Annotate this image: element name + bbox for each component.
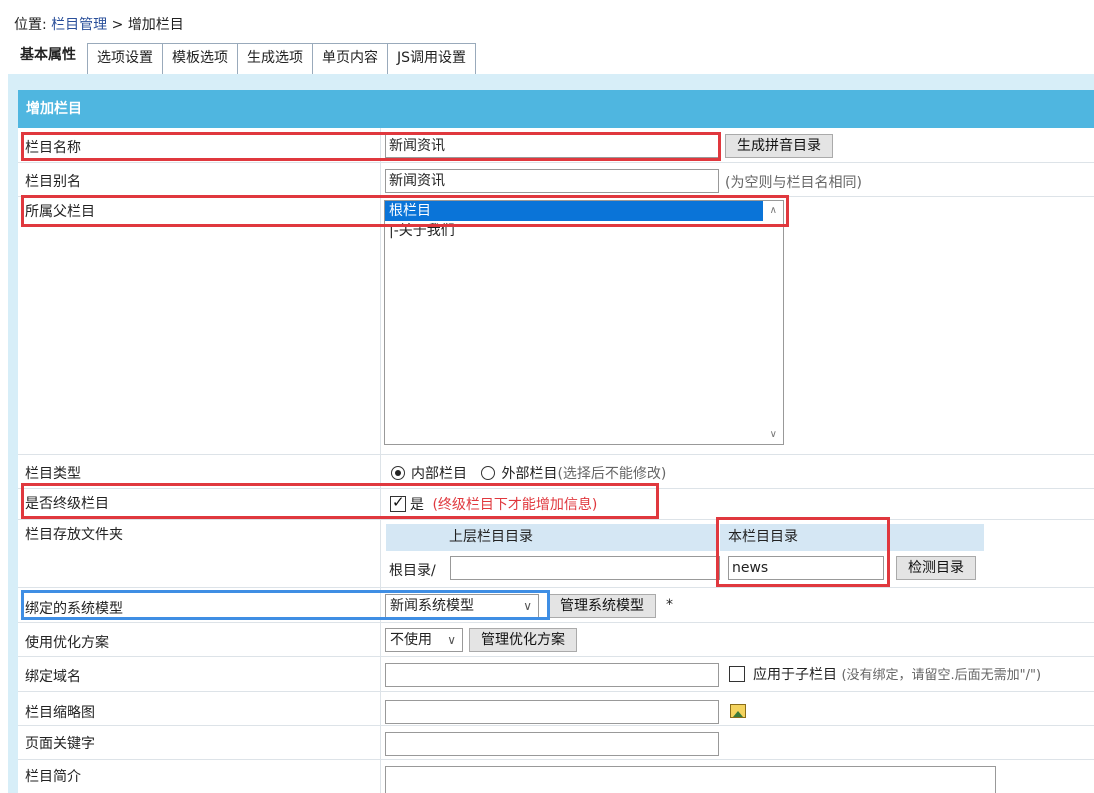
manage-optimize-button[interactable]: 管理优化方案 (469, 628, 577, 652)
row-keywords: 页面关键字 (18, 726, 1094, 760)
row-intro: 栏目简介 (18, 760, 1094, 793)
type-label: 栏目类型 (25, 466, 81, 482)
tab-generate[interactable]: 生成选项 (237, 43, 313, 75)
apply-subcolumn-label: 应用于子栏目 (753, 667, 837, 683)
row-optimize: 使用优化方案 不使用 ∨ 管理优化方案 (18, 623, 1094, 657)
optimize-select[interactable]: 不使用 ∨ (385, 628, 463, 652)
radio-internal-label: 内部栏目 (411, 466, 467, 482)
row-folder: 栏目存放文件夹 上层栏目目录 本栏目目录 根目录/ news 检测目录 (18, 520, 1094, 588)
row-thumb: 栏目缩略图 (18, 692, 1094, 726)
image-picker-icon[interactable] (730, 704, 746, 718)
tab-options[interactable]: 选项设置 (87, 43, 163, 75)
parent-column-listbox[interactable]: 根栏目 |-关于我们 ∧ ∨ (384, 200, 784, 445)
form-panel: 增加栏目 栏目名称 新闻资讯 生成拼音目录 栏目别名 新闻资讯 (为空则与栏目名… (8, 74, 1094, 793)
row-domain: 绑定域名 应用于子栏目 (没有绑定，请留空.后面无需加"/") (18, 657, 1094, 692)
folder-label: 栏目存放文件夹 (25, 527, 123, 543)
row-alias: 栏目别名 新闻资讯 (为空则与栏目名相同) (18, 163, 1094, 197)
alias-hint: (为空则与栏目名相同) (725, 175, 862, 191)
domain-input[interactable] (385, 663, 719, 687)
apply-subcolumn-checkbox[interactable] (729, 666, 745, 682)
intro-label: 栏目简介 (25, 769, 81, 785)
type-radio-group: 内部栏目 外部栏目(选择后不能修改) (391, 463, 666, 483)
breadcrumb: 位置: 栏目管理 > 增加栏目 (14, 14, 184, 34)
parent-dir-input[interactable] (450, 556, 720, 580)
highlight-model (21, 590, 550, 620)
root-dir-label: 根目录/ (389, 563, 436, 579)
tab-basic[interactable]: 基本属性 (8, 43, 88, 75)
alias-input[interactable]: 新闻资讯 (385, 169, 719, 193)
radio-internal[interactable] (391, 466, 405, 480)
tab-single-page[interactable]: 单页内容 (312, 43, 388, 75)
radio-external[interactable] (481, 466, 496, 480)
form-body: 增加栏目 栏目名称 新闻资讯 生成拼音目录 栏目别名 新闻资讯 (为空则与栏目名… (18, 90, 1094, 793)
highlight-final (21, 483, 659, 519)
highlight-this-dir (716, 517, 890, 587)
domain-label: 绑定域名 (25, 669, 81, 685)
domain-apply-group: 应用于子栏目 (没有绑定，请留空.后面无需加"/") (729, 664, 1041, 684)
highlight-name (21, 132, 721, 161)
optimize-label: 使用优化方案 (25, 635, 109, 651)
intro-textarea[interactable] (385, 766, 996, 793)
chevron-down-icon: ∨ (447, 633, 456, 647)
scroll-down-icon[interactable]: ∨ (770, 429, 777, 440)
thumb-label: 栏目缩略图 (25, 705, 95, 721)
keywords-input[interactable] (385, 732, 719, 756)
breadcrumb-current: 增加栏目 (127, 17, 184, 33)
type-hint: (选择后不能修改) (557, 466, 667, 482)
parent-dir-header: 上层栏目目录 (386, 524, 716, 551)
thumb-input[interactable] (385, 700, 719, 724)
breadcrumb-separator: > (111, 17, 124, 33)
check-dir-button[interactable]: 检测目录 (896, 556, 976, 580)
radio-external-label: 外部栏目 (501, 466, 558, 482)
tab-template[interactable]: 模板选项 (162, 43, 238, 75)
keywords-label: 页面关键字 (25, 736, 95, 752)
breadcrumb-link-column-manage[interactable]: 栏目管理 (51, 17, 107, 33)
tab-js-call[interactable]: JS调用设置 (387, 43, 477, 75)
required-star: * (666, 597, 673, 613)
highlight-parent (21, 195, 789, 227)
generate-pinyin-button[interactable]: 生成拼音目录 (725, 134, 833, 158)
alias-label: 栏目别名 (25, 174, 81, 190)
domain-hint: (没有绑定，请留空.后面无需加"/") (841, 668, 1042, 683)
optimize-select-value: 不使用 (390, 632, 432, 648)
breadcrumb-prefix: 位置: (14, 17, 47, 33)
tab-bar: 基本属性 选项设置 模板选项 生成选项 单页内容 JS调用设置 (8, 43, 477, 75)
manage-model-button[interactable]: 管理系统模型 (548, 594, 656, 618)
panel-title: 增加栏目 (18, 90, 1094, 128)
